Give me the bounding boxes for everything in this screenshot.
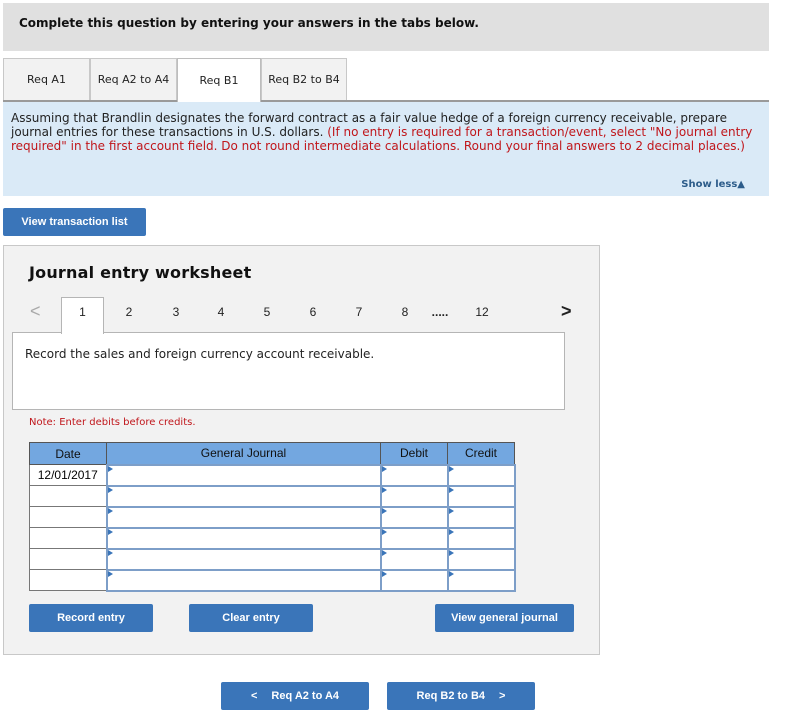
journal-entry-table: Date General Journal Debit Credit 12/01/…: [29, 442, 516, 592]
chevron-left-icon: <: [250, 690, 258, 702]
column-header-debit: Debit: [380, 442, 448, 465]
show-less-link[interactable]: Show less▲: [681, 178, 745, 192]
account-input[interactable]: [105, 505, 382, 529]
chevron-right-icon: >: [499, 690, 506, 702]
credit-input[interactable]: [446, 484, 516, 508]
credit-input[interactable]: [446, 568, 516, 592]
journal-row: [29, 568, 516, 592]
account-input[interactable]: [105, 484, 382, 508]
credit-input[interactable]: [446, 526, 516, 550]
account-input[interactable]: [105, 547, 382, 571]
date-cell: [29, 548, 107, 570]
date-cell: [29, 506, 107, 528]
account-input[interactable]: [105, 526, 382, 550]
date-cell: [29, 527, 107, 549]
debit-input[interactable]: [379, 568, 449, 592]
date-cell: [29, 485, 107, 507]
column-header-date: Date: [29, 442, 107, 465]
question-header: Complete this question by entering your …: [3, 3, 769, 51]
page-4[interactable]: 4: [211, 305, 231, 319]
journal-row: 12/01/2017: [29, 463, 516, 487]
debit-input[interactable]: [379, 484, 449, 508]
debit-input[interactable]: [379, 547, 449, 571]
credit-input[interactable]: [446, 505, 516, 529]
clear-entry-button[interactable]: Clear entry: [189, 604, 313, 632]
next-page-icon[interactable]: >: [561, 301, 572, 322]
debit-input[interactable]: [379, 526, 449, 550]
date-cell: [29, 569, 107, 591]
credit-input[interactable]: [446, 463, 516, 487]
tab-req-a1[interactable]: Req A1: [3, 58, 90, 100]
journal-row: [29, 526, 516, 550]
record-entry-button[interactable]: Record entry: [29, 604, 153, 632]
account-input[interactable]: [105, 568, 382, 592]
credit-input[interactable]: [446, 547, 516, 571]
page-3[interactable]: 3: [166, 305, 186, 319]
next-requirement-button[interactable]: Req B2 to B4 >: [387, 682, 535, 710]
page-6[interactable]: 6: [303, 305, 323, 319]
page-2[interactable]: 2: [119, 305, 139, 319]
page-7[interactable]: 7: [349, 305, 369, 319]
date-cell: 12/01/2017: [29, 464, 107, 486]
prev-requirement-button[interactable]: < Req A2 to A4: [221, 682, 369, 710]
page-1[interactable]: 1: [61, 297, 104, 334]
instructions-panel: Assuming that Brandlin designates the fo…: [3, 100, 769, 196]
next-requirement-label: Req B2 to B4: [416, 690, 486, 702]
page-12[interactable]: 12: [472, 305, 492, 319]
journal-row: [29, 505, 516, 529]
debit-input[interactable]: [379, 463, 449, 487]
view-transaction-list-button[interactable]: View transaction list: [3, 208, 146, 236]
header-title: Complete this question by entering your …: [19, 16, 479, 30]
entry-pager: < 1 2 3 4 5 6 7 8 ..... 12 >: [4, 297, 599, 334]
journal-row: [29, 547, 516, 571]
column-header-credit: Credit: [447, 442, 515, 465]
page-5[interactable]: 5: [257, 305, 277, 319]
debit-input[interactable]: [379, 505, 449, 529]
worksheet-title: Journal entry worksheet: [29, 263, 252, 282]
prev-page-icon[interactable]: <: [30, 301, 41, 322]
tab-req-b2-to-b4[interactable]: Req B2 to B4: [261, 58, 347, 100]
column-header-general-journal: General Journal: [106, 442, 381, 465]
tab-req-a2-to-a4[interactable]: Req A2 to A4: [90, 58, 177, 100]
page-ellipsis: .....: [431, 305, 449, 319]
entry-description: Record the sales and foreign currency ac…: [25, 347, 375, 361]
page-8[interactable]: 8: [395, 305, 415, 319]
view-general-journal-button[interactable]: View general journal: [435, 604, 574, 632]
journal-entry-worksheet: Journal entry worksheet < 1 2 3 4 5 6 7 …: [3, 245, 600, 655]
debit-credit-note: Note: Enter debits before credits.: [29, 417, 196, 428]
entry-description-box: Record the sales and foreign currency ac…: [12, 332, 565, 410]
journal-row: [29, 484, 516, 508]
account-input[interactable]: [105, 463, 382, 487]
prev-requirement-label: Req A2 to A4: [271, 690, 340, 702]
tab-req-b1[interactable]: Req B1: [177, 58, 261, 102]
